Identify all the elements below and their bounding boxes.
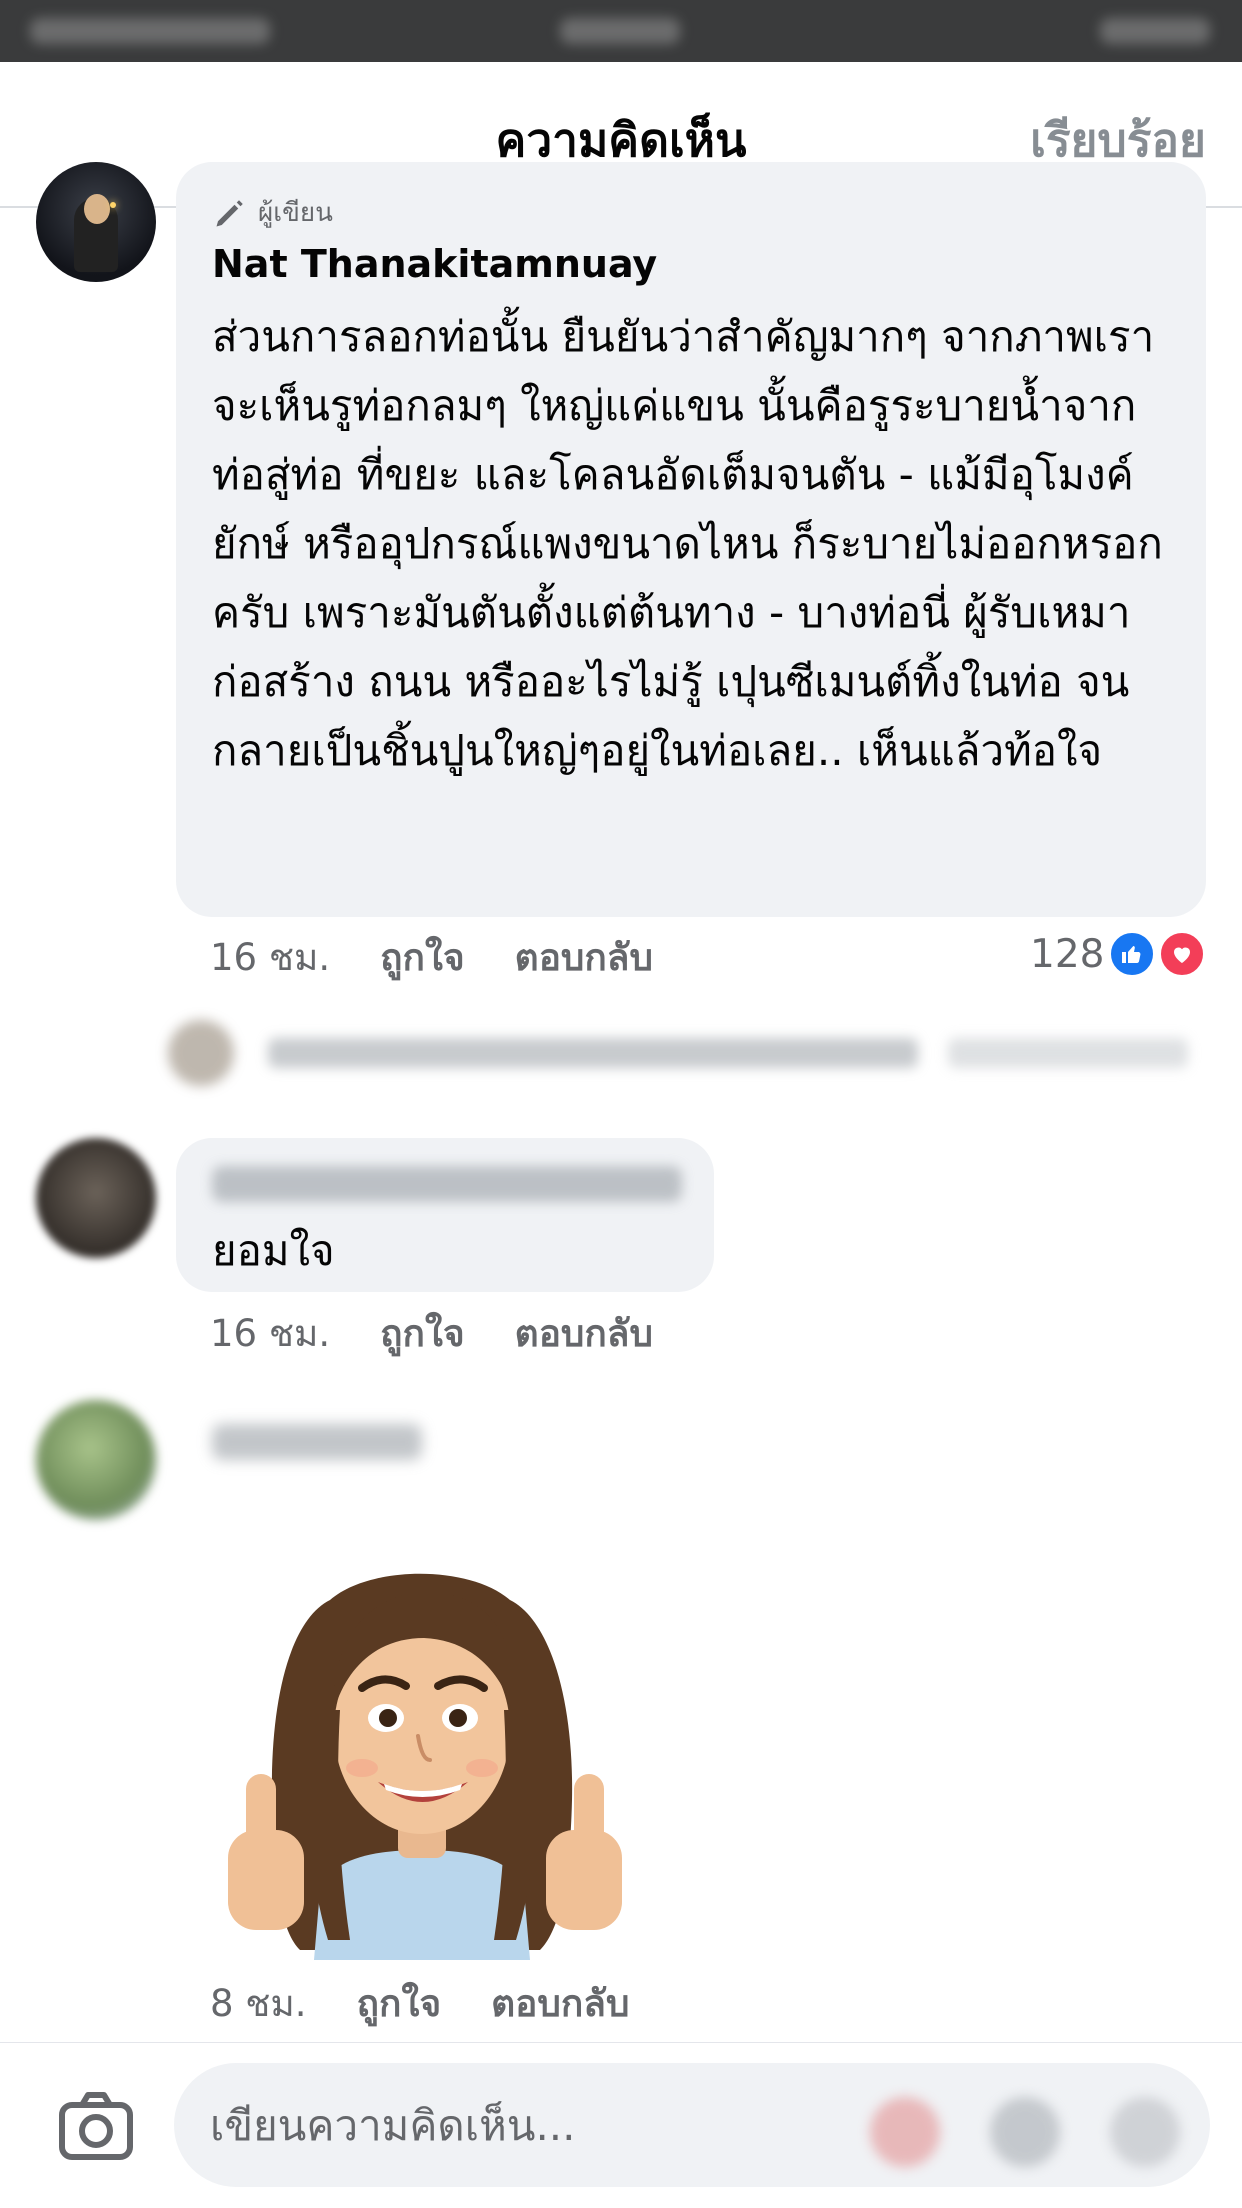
heart-icon — [1158, 930, 1206, 978]
reply-button[interactable]: ตอบกลับ — [515, 1304, 653, 1363]
avatar-sticker-thumbs-up[interactable] — [210, 1560, 640, 1960]
thumbs-up-icon — [1108, 930, 1156, 978]
collapsed-reply-preview[interactable] — [168, 1020, 1188, 1088]
like-button[interactable]: ถูกใจ — [380, 928, 465, 987]
comment-time: 16 ชม. — [210, 1311, 331, 1355]
like-button[interactable]: ถูกใจ — [380, 1304, 465, 1363]
avatar[interactable] — [36, 1138, 156, 1258]
camera-icon[interactable] — [56, 2087, 136, 2167]
comment-meta: 16 ชม. ถูกใจ ตอบกลับ — [210, 1308, 703, 1358]
author-name[interactable] — [212, 1424, 422, 1460]
reply-button[interactable]: ตอบกลับ — [515, 928, 653, 987]
comment-composer — [0, 2042, 1242, 2208]
pen-icon — [216, 199, 243, 226]
author-name[interactable]: Nat Thanakitamnuay — [212, 242, 657, 286]
comment-meta: 16 ชม. ถูกใจ ตอบกลับ — [210, 932, 703, 982]
author-badge-label: ผู้เขียน — [258, 198, 333, 228]
comment-bubble[interactable]: ยอมใจ — [176, 1138, 714, 1292]
author-badge: ผู้เขียน — [212, 192, 333, 233]
comment-text: ส่วนการลอกท่อนั้น ยืนยันว่าสำคัญมากๆ จาก… — [212, 312, 1163, 775]
like-button[interactable]: ถูกใจ — [357, 1974, 442, 2033]
comment-bubble[interactable]: ผู้เขียน Nat Thanakitamnuay ส่วนการลอกท่… — [176, 162, 1206, 917]
comment-time: 16 ชม. — [210, 935, 331, 979]
reply-button[interactable]: ตอบกลับ — [491, 1974, 629, 2033]
comment-text: ยอมใจ — [212, 1226, 335, 1275]
comment-meta: 8 ชม. ถูกใจ ตอบกลับ — [210, 1978, 679, 2028]
comment-time: 8 ชม. — [210, 1981, 307, 2025]
avatar[interactable] — [36, 1400, 156, 1520]
status-bar — [0, 0, 1242, 62]
author-name[interactable] — [212, 1166, 682, 1202]
reaction-icons[interactable] — [1108, 930, 1208, 980]
composer-action-icons[interactable] — [870, 2097, 1200, 2177]
avatar[interactable] — [36, 162, 156, 282]
reaction-count[interactable]: 128 — [1030, 932, 1104, 977]
